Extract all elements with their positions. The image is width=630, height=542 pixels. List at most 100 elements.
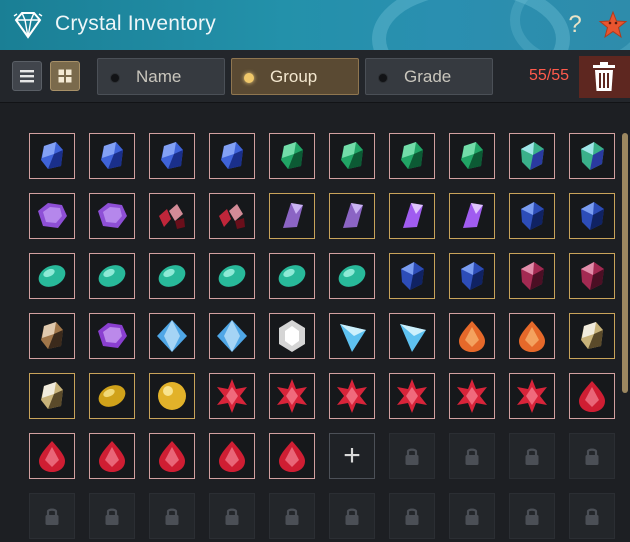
inventory-slot[interactable] bbox=[29, 433, 75, 479]
inventory-slot[interactable] bbox=[149, 313, 195, 359]
inventory-slot[interactable] bbox=[569, 313, 615, 359]
delete-button[interactable] bbox=[579, 56, 630, 98]
scrollbar[interactable] bbox=[622, 133, 628, 393]
inventory-slot[interactable] bbox=[449, 373, 495, 419]
lock-icon bbox=[345, 508, 359, 525]
inventory-slot[interactable] bbox=[89, 373, 135, 419]
inventory-slot[interactable] bbox=[209, 313, 255, 359]
inventory-slot[interactable] bbox=[149, 193, 195, 239]
sapphire-rough-icon bbox=[570, 194, 614, 238]
inventory-slot[interactable] bbox=[389, 193, 435, 239]
sort-by-group-tab[interactable]: Group bbox=[231, 58, 359, 95]
inventory-slot[interactable] bbox=[269, 373, 315, 419]
inventory-slot[interactable] bbox=[449, 133, 495, 179]
inventory-slot[interactable] bbox=[389, 373, 435, 419]
inventory-slot[interactable] bbox=[389, 253, 435, 299]
locked-slot bbox=[569, 433, 615, 479]
inventory-slot[interactable] bbox=[269, 433, 315, 479]
diamond-white-icon bbox=[270, 314, 314, 358]
inventory-slot[interactable] bbox=[329, 193, 375, 239]
inventory-slot[interactable] bbox=[209, 133, 255, 179]
inventory-slot[interactable] bbox=[29, 133, 75, 179]
inventory-slot[interactable] bbox=[329, 373, 375, 419]
inventory-slot[interactable] bbox=[29, 313, 75, 359]
inventory-slot[interactable] bbox=[29, 373, 75, 419]
lock-icon bbox=[165, 508, 179, 525]
ruby-drop-icon bbox=[570, 374, 614, 418]
fire-opal-icon bbox=[450, 314, 494, 358]
inventory-slot[interactable] bbox=[389, 133, 435, 179]
inventory-slot[interactable] bbox=[449, 253, 495, 299]
inventory-slot[interactable] bbox=[149, 373, 195, 419]
sort-by-grade-tab[interactable]: Grade bbox=[365, 58, 493, 95]
lock-icon bbox=[405, 448, 419, 465]
ruby-drop-icon bbox=[90, 434, 134, 478]
crystal-prism-icon bbox=[330, 314, 374, 358]
inventory-slot[interactable] bbox=[149, 253, 195, 299]
inventory-slot[interactable] bbox=[509, 133, 555, 179]
locked-slot bbox=[389, 433, 435, 479]
inventory-slot[interactable] bbox=[269, 313, 315, 359]
inventory-slot[interactable] bbox=[329, 253, 375, 299]
inventory-slot[interactable] bbox=[29, 193, 75, 239]
ruby-star-icon bbox=[330, 374, 374, 418]
locked-slot bbox=[329, 493, 375, 539]
jade-oval-icon bbox=[90, 254, 134, 298]
ruby-shards-icon bbox=[150, 194, 194, 238]
inventory-slot[interactable] bbox=[389, 313, 435, 359]
inventory-slot[interactable] bbox=[509, 313, 555, 359]
inventory-slot[interactable] bbox=[269, 193, 315, 239]
inventory-slot[interactable] bbox=[569, 193, 615, 239]
inventory-slot[interactable] bbox=[89, 433, 135, 479]
amethyst-glow-icon bbox=[450, 194, 494, 238]
inventory-slot[interactable] bbox=[329, 313, 375, 359]
inventory-slot[interactable] bbox=[89, 193, 135, 239]
aquamarine-blue-icon bbox=[570, 134, 614, 178]
inventory-slot[interactable] bbox=[149, 433, 195, 479]
amethyst-shard-icon bbox=[270, 194, 314, 238]
inventory-slot[interactable] bbox=[89, 313, 135, 359]
star-icon[interactable] bbox=[598, 10, 628, 40]
inventory-slot[interactable] bbox=[449, 313, 495, 359]
add-slot-button[interactable]: + bbox=[329, 433, 375, 479]
lock-icon bbox=[525, 508, 539, 525]
inventory-slot[interactable] bbox=[269, 133, 315, 179]
locked-slot bbox=[269, 493, 315, 539]
inventory-slot[interactable] bbox=[209, 373, 255, 419]
sort-by-name-tab[interactable]: Name bbox=[97, 58, 225, 95]
grid-view-button[interactable] bbox=[50, 61, 80, 91]
ruby-star-icon bbox=[450, 374, 494, 418]
inventory-slot[interactable] bbox=[149, 133, 195, 179]
jade-oval-icon bbox=[270, 254, 314, 298]
lock-icon bbox=[525, 448, 539, 465]
inventory-slot[interactable] bbox=[269, 253, 315, 299]
inventory-slot[interactable] bbox=[509, 193, 555, 239]
inventory-slot[interactable] bbox=[209, 433, 255, 479]
inventory-slot[interactable] bbox=[569, 253, 615, 299]
inventory-slot[interactable] bbox=[569, 133, 615, 179]
mixed-crystal-icon bbox=[570, 314, 614, 358]
radio-indicator bbox=[244, 73, 254, 83]
inventory-slot[interactable] bbox=[89, 133, 135, 179]
inventory-slot[interactable] bbox=[329, 133, 375, 179]
help-button[interactable]: ? bbox=[563, 10, 587, 40]
inventory-slot[interactable] bbox=[209, 253, 255, 299]
inventory-slot[interactable] bbox=[569, 373, 615, 419]
inventory-slot[interactable] bbox=[449, 193, 495, 239]
ruby-drop-icon bbox=[150, 434, 194, 478]
sort-tab-label: Group bbox=[270, 67, 318, 86]
inventory-slot[interactable] bbox=[89, 253, 135, 299]
inventory-slot[interactable] bbox=[29, 253, 75, 299]
garnet-icon bbox=[570, 254, 614, 298]
toolbar: Name Group Grade 55/55 bbox=[0, 50, 630, 103]
window-title: Crystal Inventory bbox=[55, 12, 216, 35]
inventory-slot[interactable] bbox=[509, 373, 555, 419]
ruby-star-icon bbox=[390, 374, 434, 418]
radio-indicator bbox=[110, 73, 120, 83]
lock-icon bbox=[465, 508, 479, 525]
inventory-slot[interactable] bbox=[509, 253, 555, 299]
amethyst-hex-icon bbox=[30, 194, 74, 238]
garnet-icon bbox=[510, 254, 554, 298]
inventory-slot[interactable] bbox=[209, 193, 255, 239]
list-view-button[interactable] bbox=[12, 61, 42, 91]
